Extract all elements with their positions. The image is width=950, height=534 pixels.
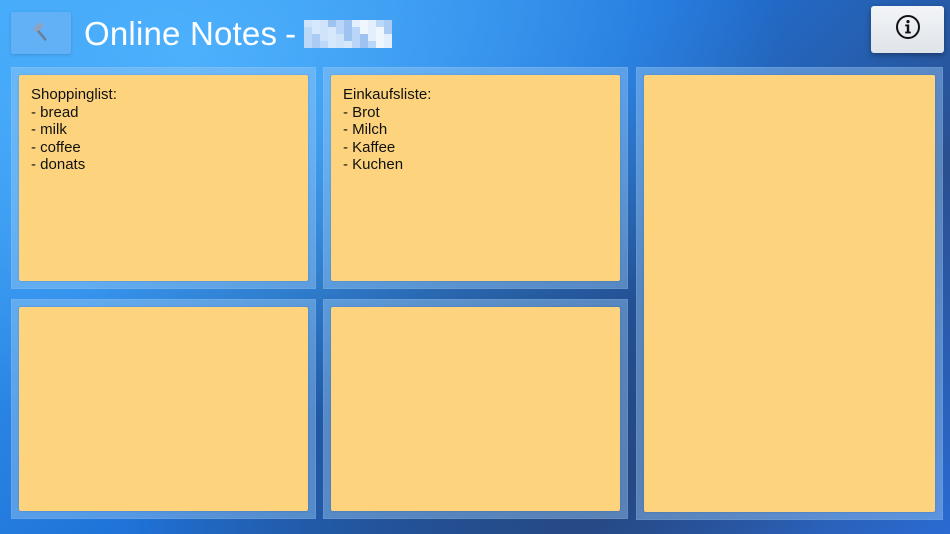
- redaction-pixel: [344, 41, 353, 48]
- title-separator: -: [285, 15, 297, 52]
- note-frame-1: Shoppinglist: - bread - milk - coffee - …: [11, 67, 316, 289]
- redaction-pixel: [336, 41, 345, 48]
- note-line: - Kaffee: [343, 138, 396, 156]
- redaction-pixel: [352, 34, 361, 41]
- redaction-pixel: [304, 20, 313, 27]
- redaction-pixel: [336, 34, 345, 41]
- redaction-pixel: [352, 27, 361, 34]
- note-card[interactable]: [19, 307, 308, 511]
- redaction-pixel: [376, 27, 385, 34]
- redaction-pixel: [368, 27, 377, 34]
- note-line: - donats: [31, 156, 86, 174]
- redaction-pixel: [344, 20, 353, 27]
- redaction-pixel: [368, 41, 377, 48]
- note-line: - Kuchen: [343, 156, 404, 174]
- redaction-pixel: [360, 41, 369, 48]
- app-title: Online Notes: [84, 15, 278, 52]
- redaction-pixel: [328, 20, 337, 27]
- settings-button[interactable]: [11, 12, 71, 54]
- redaction-pixel: [376, 20, 385, 27]
- redaction-pixel: [336, 27, 345, 34]
- redaction-pixel: [344, 34, 353, 41]
- redaction-pixel: [384, 34, 393, 41]
- redaction-pixel: [328, 41, 337, 48]
- redaction-pixel: [344, 27, 353, 34]
- note-frame-3: [636, 67, 943, 520]
- note-card[interactable]: Einkaufsliste: - Brot - Milch - Kaffee -…: [331, 75, 620, 281]
- redaction-pixel: [360, 34, 369, 41]
- redaction-pixel: [384, 27, 393, 34]
- note-line: - Brot: [343, 103, 380, 121]
- redaction-pixel: [368, 20, 377, 27]
- note-line: - Milch: [343, 121, 388, 139]
- note-card[interactable]: [644, 75, 935, 512]
- redaction-pixel: [328, 27, 337, 34]
- redaction-pixel: [384, 20, 393, 27]
- note-line: Shoppinglist:: [31, 86, 117, 103]
- redaction-pixel: [384, 41, 393, 48]
- note-line: - coffee: [31, 138, 81, 156]
- redaction-pixel: [320, 20, 329, 27]
- redacted-user-name: [304, 20, 393, 48]
- top-bar: Online Notes -: [0, 0, 950, 66]
- redaction-pixel: [320, 41, 329, 48]
- redaction-pixel: [368, 34, 377, 41]
- note-card[interactable]: [331, 307, 620, 511]
- redaction-pixel: [376, 41, 385, 48]
- info-icon: [895, 14, 921, 45]
- note-line: - bread: [31, 103, 79, 121]
- redaction-pixel: [360, 20, 369, 27]
- redaction-pixel: [328, 34, 337, 41]
- note-line: - milk: [31, 121, 67, 139]
- redaction-pixel: [312, 34, 321, 41]
- redaction-pixel: [304, 34, 313, 41]
- note-frame-4: [11, 299, 316, 519]
- note-line: Einkaufsliste:: [343, 86, 432, 103]
- hammer-icon: [30, 22, 52, 44]
- redaction-pixel: [312, 20, 321, 27]
- redaction-pixel: [352, 20, 361, 27]
- redaction-pixel: [312, 27, 321, 34]
- redaction-pixel: [360, 27, 369, 34]
- redaction-pixel: [320, 34, 329, 41]
- redaction-pixel: [312, 41, 321, 48]
- redaction-pixel: [336, 20, 345, 27]
- redaction-pixel: [304, 41, 313, 48]
- note-card[interactable]: Shoppinglist: - bread - milk - coffee - …: [19, 75, 308, 281]
- redaction-pixel: [376, 34, 385, 41]
- page-title: Online Notes -: [84, 13, 393, 55]
- note-frame-2: Einkaufsliste: - Brot - Milch - Kaffee -…: [323, 67, 628, 289]
- note-frame-5: [323, 299, 628, 519]
- redaction-pixel: [304, 27, 313, 34]
- redaction-pixel: [320, 27, 329, 34]
- info-button[interactable]: [871, 6, 944, 53]
- redaction-pixel: [352, 41, 361, 48]
